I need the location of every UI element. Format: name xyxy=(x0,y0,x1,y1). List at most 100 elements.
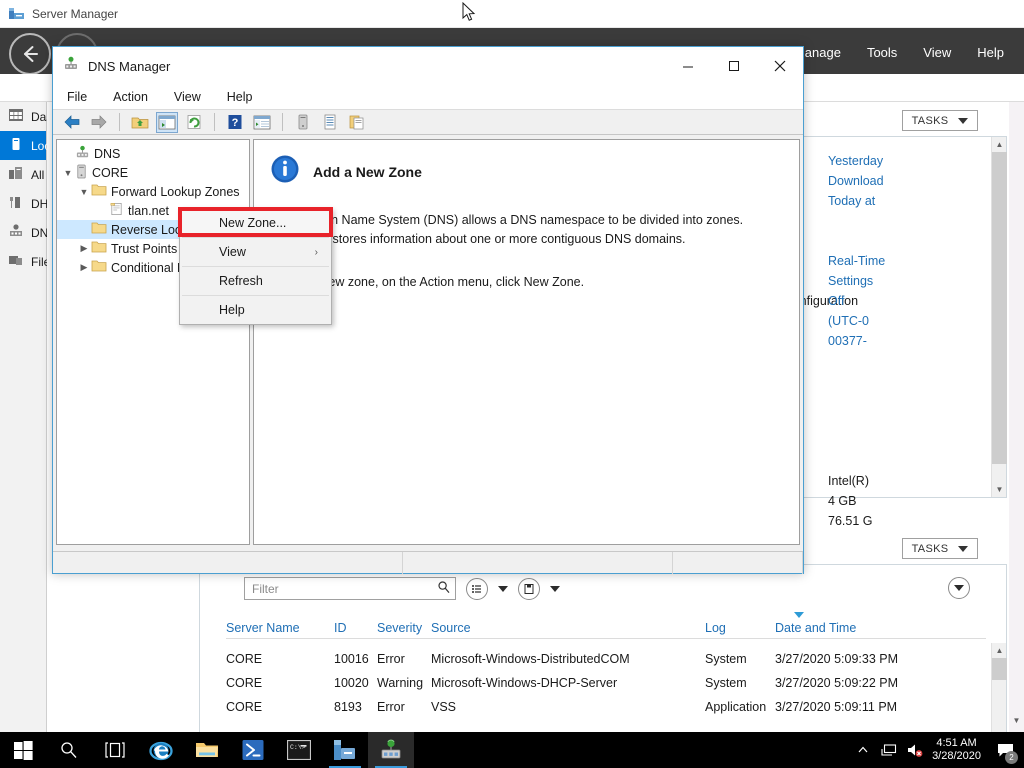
save-query-chevron-icon[interactable] xyxy=(550,585,560,592)
table-row[interactable]: CORE 10020 Warning Microsoft-Windows-DHC… xyxy=(226,671,986,695)
minimize-button[interactable] xyxy=(665,47,711,85)
help-icon[interactable]: ? xyxy=(224,112,246,133)
filter-list-button[interactable] xyxy=(466,577,488,600)
scrollbar-thumb[interactable] xyxy=(992,658,1007,680)
tree-item-dns[interactable]: DNS xyxy=(57,144,249,163)
scroll-up-icon[interactable]: ▲ xyxy=(992,643,1007,658)
refresh-icon[interactable] xyxy=(183,112,205,133)
twisty-expanded-icon[interactable]: ▼ xyxy=(61,168,75,178)
context-menu-item-view[interactable]: View › xyxy=(180,238,331,266)
scroll-up-icon[interactable]: ▲ xyxy=(992,137,1007,152)
menu-item-view[interactable]: View xyxy=(923,45,951,60)
start-button[interactable] xyxy=(0,732,46,768)
tree-item-forward-lookup-zones[interactable]: ▼ Forward Lookup Zones xyxy=(57,182,249,201)
clock[interactable]: 4:51 AM 3/28/2020 xyxy=(928,737,990,763)
back-button[interactable] xyxy=(9,33,51,75)
filter-list-chevron-icon[interactable] xyxy=(498,585,508,592)
menu-item-help[interactable]: Help xyxy=(977,45,1004,60)
properties-scrollbar[interactable]: ▲ ▼ xyxy=(991,137,1007,497)
events-scrollbar[interactable]: ▲ xyxy=(991,643,1007,735)
property-value: 76.51 G xyxy=(828,514,873,528)
powershell-icon[interactable] xyxy=(230,732,276,768)
up-folder-icon[interactable] xyxy=(129,112,151,133)
tray-expand-chevron-icon[interactable] xyxy=(850,732,876,768)
server-icon[interactable] xyxy=(292,112,314,133)
maximize-button[interactable] xyxy=(711,47,757,85)
sidebar-item-dns[interactable]: DNS xyxy=(0,218,56,247)
command-prompt-icon[interactable]: C:\> xyxy=(276,732,322,768)
table-row[interactable]: CORE 10016 Error Microsoft-Windows-Distr… xyxy=(226,647,986,671)
property-value[interactable]: Download xyxy=(828,171,884,191)
close-button[interactable] xyxy=(757,47,803,85)
sidebar-item-local-server[interactable]: Local Server xyxy=(0,131,98,160)
forward-icon[interactable] xyxy=(88,112,110,133)
dns-body: DNS ▼ CORE ▼ Forward Lookup Zones tlan.n… xyxy=(53,136,803,548)
notification-center-icon[interactable]: 2 xyxy=(990,732,1020,768)
scroll-down-icon[interactable]: ▼ xyxy=(992,482,1007,497)
twisty-expanded-icon[interactable]: ▼ xyxy=(77,187,91,197)
sidebar-item-all-servers[interactable]: All Servers xyxy=(0,160,89,189)
column-header-source[interactable]: Source xyxy=(431,621,705,635)
property-value[interactable]: Real-Time xyxy=(828,251,885,271)
filter-input[interactable]: Filter xyxy=(244,577,456,600)
page-scrollbar[interactable]: ▼ xyxy=(1009,102,1024,732)
sidebar-item-dhcp[interactable]: DHCP xyxy=(0,189,65,218)
column-header-server-name[interactable]: Server Name xyxy=(226,621,334,635)
events-tasks-button[interactable]: TASKS xyxy=(902,538,978,559)
tree-item-core[interactable]: ▼ CORE xyxy=(57,163,249,182)
property-value[interactable]: (UTC-0 xyxy=(828,311,869,331)
menu-item-help[interactable]: Help xyxy=(227,90,253,104)
save-query-button[interactable] xyxy=(518,577,540,600)
server-manager-icon[interactable] xyxy=(322,732,368,768)
search-icon[interactable] xyxy=(46,732,92,768)
column-header-id[interactable]: ID xyxy=(334,621,377,635)
menu-item-file[interactable]: File xyxy=(67,90,87,104)
property-value[interactable]: Today at xyxy=(828,191,875,211)
twisty-collapsed-icon[interactable]: ▶ xyxy=(77,243,91,254)
property-value[interactable]: Settings xyxy=(828,271,873,291)
collapse-events-button[interactable] xyxy=(948,577,970,599)
context-menu-item-help[interactable]: Help xyxy=(180,296,331,324)
properties-window-icon[interactable] xyxy=(251,112,273,133)
table-row[interactable]: CORE 8193 Error VSS Application 3/27/202… xyxy=(226,695,986,719)
sidebar-item-dashboard[interactable]: Dashboard xyxy=(0,102,90,131)
chevron-down-icon xyxy=(958,117,969,124)
menu-item-action[interactable]: Action xyxy=(113,90,148,104)
column-header-severity[interactable]: Severity xyxy=(377,621,431,635)
cell-severity: Error xyxy=(377,700,405,714)
sidebar-item-file-and-storage-services[interactable]: File and Storage Services xyxy=(0,247,168,276)
property-value[interactable]: 00377- xyxy=(828,331,867,351)
dns-manager-icon[interactable] xyxy=(368,732,414,768)
back-icon[interactable] xyxy=(61,112,83,133)
show-hide-tree-icon[interactable] xyxy=(156,111,178,133)
context-menu-item-refresh[interactable]: Refresh xyxy=(180,267,331,295)
system-tray: 4:51 AM 3/28/2020 2 xyxy=(850,732,1024,768)
list-icon[interactable] xyxy=(319,112,341,133)
column-header-date-and-time[interactable]: Date and Time xyxy=(775,621,935,635)
property-value[interactable]: Yesterday xyxy=(828,151,883,171)
maximize-icon xyxy=(729,61,739,71)
dns-manager-titlebar[interactable]: DNS Manager xyxy=(53,47,803,85)
menu-item-view[interactable]: View xyxy=(174,90,201,104)
properties-tasks-button[interactable]: TASKS xyxy=(902,110,978,131)
cell-server-name: CORE xyxy=(226,652,263,666)
cell-server-name: CORE xyxy=(226,676,263,690)
column-header-log[interactable]: Log xyxy=(705,621,775,635)
cell-date-and-time: 3/27/2020 5:09:22 PM xyxy=(775,676,899,690)
menu-item-tools[interactable]: Tools xyxy=(867,45,897,60)
scrollbar-thumb[interactable] xyxy=(992,152,1007,464)
network-disconnected-icon[interactable] xyxy=(876,732,902,768)
cell-source: Microsoft-Windows-DistributedCOM xyxy=(431,652,630,666)
server-manager-titlebar: Server Manager xyxy=(0,0,1024,28)
volume-muted-icon[interactable] xyxy=(902,732,928,768)
copy-icon[interactable] xyxy=(346,112,368,133)
task-view-icon[interactable] xyxy=(92,732,138,768)
events-table: Server Name ID Severity Source Log Date … xyxy=(226,612,986,719)
context-menu-item-new-zone[interactable]: New Zone... xyxy=(180,209,331,237)
property-value[interactable]: Off xyxy=(828,291,844,311)
internet-explorer-icon[interactable] xyxy=(138,732,184,768)
scroll-down-icon[interactable]: ▼ xyxy=(1009,713,1024,728)
file-explorer-icon[interactable] xyxy=(184,732,230,768)
twisty-collapsed-icon[interactable]: ▶ xyxy=(77,262,91,273)
search-icon[interactable] xyxy=(437,580,451,597)
